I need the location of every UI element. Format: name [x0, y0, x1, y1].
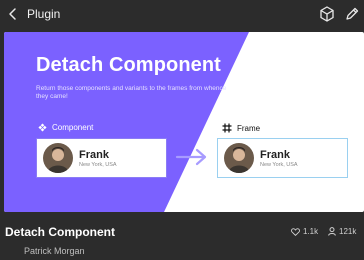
avatar — [43, 143, 73, 173]
frame-icon — [222, 123, 232, 133]
cover-subtitle: Return those components and variants to … — [36, 85, 227, 100]
card-location: New York, USA — [79, 161, 117, 168]
likes-value: 1.1k — [303, 227, 319, 236]
card-location: New York, USA — [260, 161, 298, 168]
plugin-icon[interactable] — [318, 5, 336, 23]
top-bar: Plugin — [0, 0, 364, 28]
card-name: Frank — [79, 148, 109, 161]
component-icon — [38, 123, 47, 132]
author-name[interactable]: Patrick Morgan — [24, 246, 85, 256]
card-name: Frank — [260, 148, 290, 161]
plugin-cover-image[interactable]: Detach Component Return those components… — [4, 32, 364, 212]
frame-card: Frank New York, USA — [217, 138, 348, 178]
users-count: 121k — [328, 227, 356, 236]
avatar-image — [224, 143, 254, 173]
cover-headline: Detach Component — [36, 54, 221, 76]
frame-label-text: Frame — [237, 123, 261, 133]
avatar — [224, 143, 254, 173]
arrow-right-icon — [175, 148, 207, 166]
plugin-name[interactable]: Detach Component — [5, 225, 115, 239]
user-icon — [328, 227, 336, 236]
card-text: Frank New York, USA — [79, 149, 117, 168]
users-value: 121k — [339, 227, 357, 236]
frame-label: Frame — [222, 123, 260, 133]
component-label-text: Component — [52, 123, 94, 132]
page-title: Plugin — [27, 7, 61, 21]
component-card: Frank New York, USA — [36, 138, 167, 178]
edit-icon[interactable] — [343, 5, 361, 23]
component-label: Component — [38, 123, 93, 132]
card-text: Frank New York, USA — [260, 149, 298, 168]
chevron-left-icon[interactable] — [4, 5, 22, 23]
avatar-image — [43, 143, 73, 173]
heart-icon — [291, 227, 300, 236]
likes-count[interactable]: 1.1k — [291, 227, 318, 236]
